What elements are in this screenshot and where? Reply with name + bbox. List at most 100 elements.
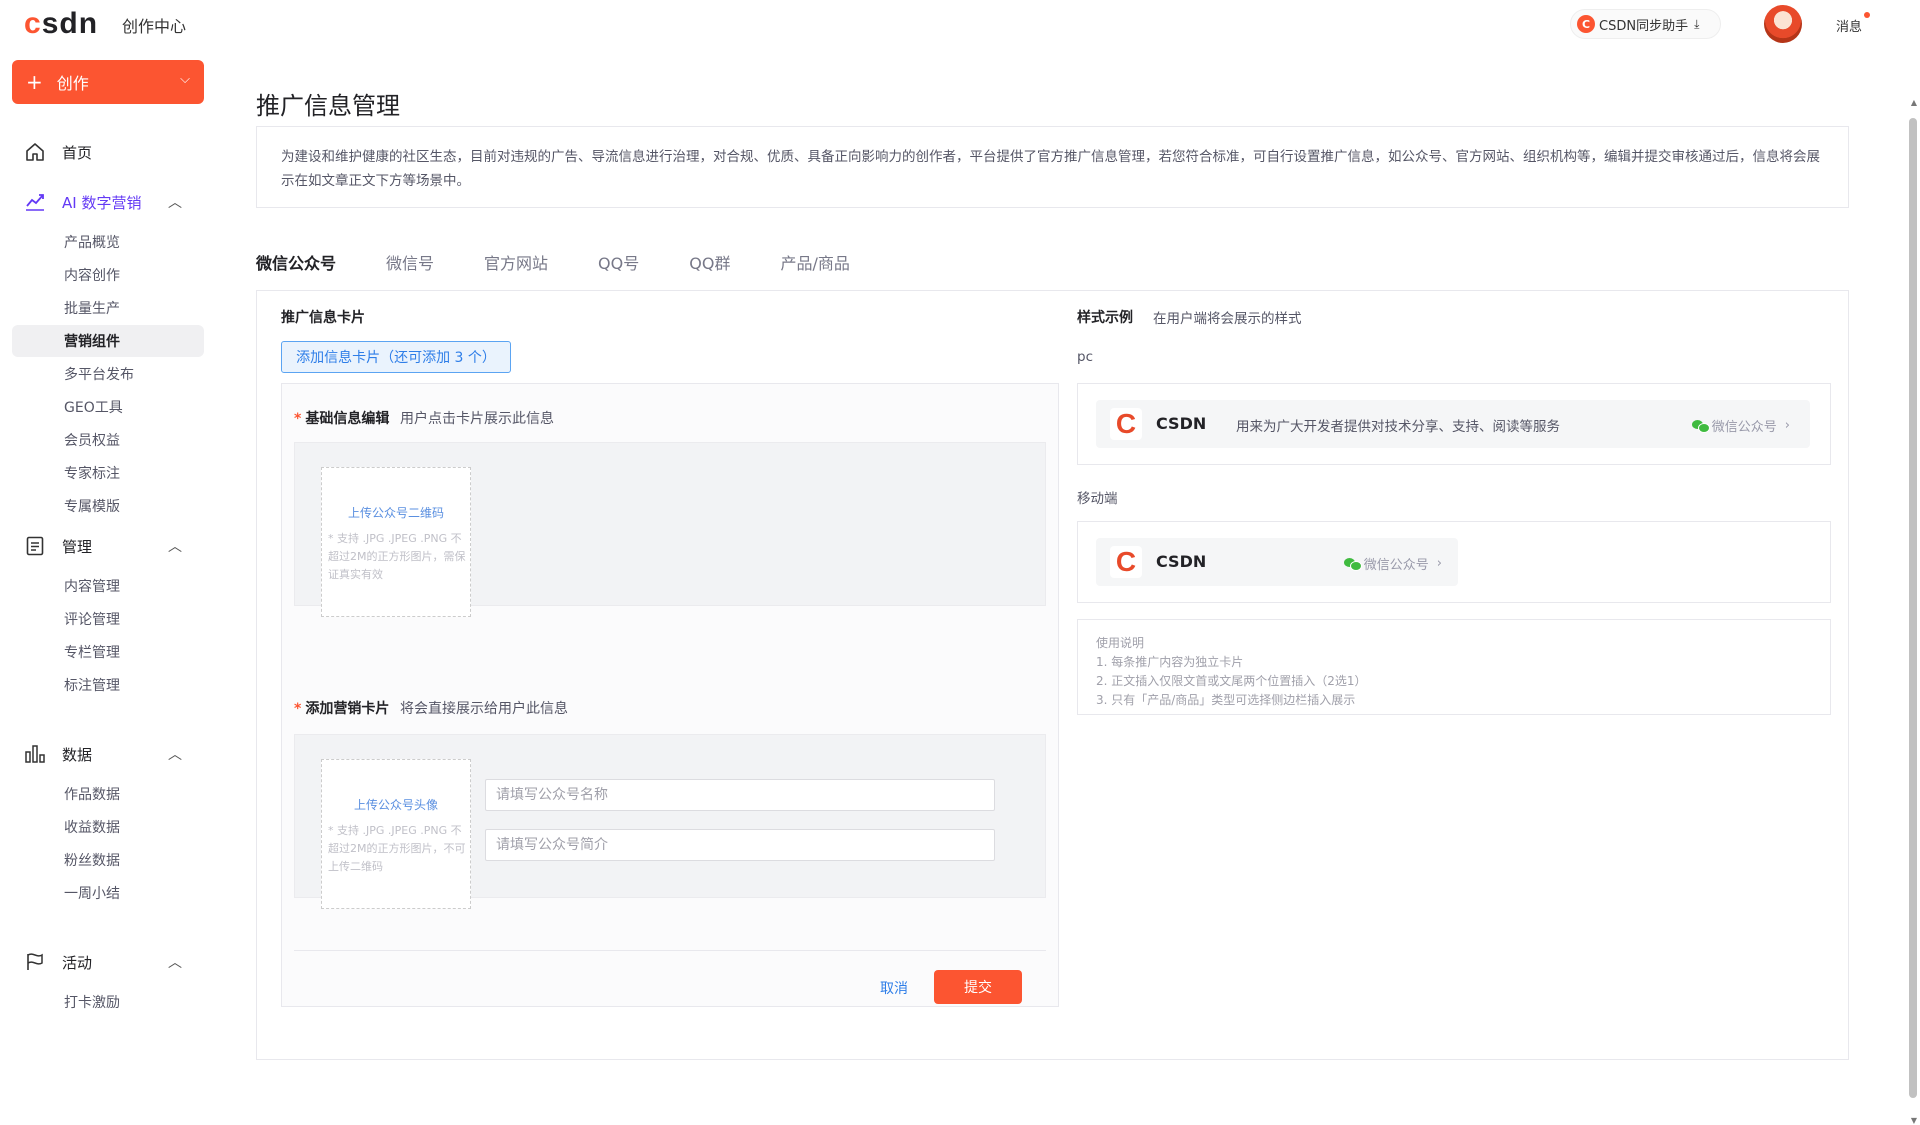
- scroll-up-arrow-icon[interactable]: ▲: [1911, 98, 1917, 107]
- promo-type-tabs: 微信公众号 微信号 官方网站 QQ号 QQ群 产品/商品: [256, 252, 900, 284]
- account-intro-input[interactable]: [485, 829, 995, 861]
- basic-info-title: * 基础信息编辑: [294, 411, 390, 427]
- promo-panel: 推广信息卡片 添加信息卡片（还可添加 3 个） * 基础信息编辑 用户点击卡片展示…: [256, 290, 1849, 1060]
- usage-item: 2. 正文插入仅限文首或文尾两个位置插入（2选1）: [1096, 674, 1367, 688]
- sidebar-item-label: 数据: [62, 745, 93, 764]
- trend-chart-icon: [24, 191, 46, 213]
- sidebar-item-ai-marketing[interactable]: AI 数字营销 ︿: [12, 186, 204, 218]
- sidebar-item-comment-manage[interactable]: 评论管理: [12, 603, 204, 635]
- basic-info-hint: 用户点击卡片展示此信息: [400, 411, 554, 427]
- chevron-up-icon: ︿: [168, 539, 182, 555]
- chevron-up-icon: ︿: [168, 955, 182, 971]
- sidebar-item-label: AI 数字营销: [62, 193, 142, 212]
- sidebar-item-exclusive-templates[interactable]: 专属模版: [12, 490, 204, 522]
- preview-name: CSDN: [1156, 552, 1207, 571]
- sidebar-item-data[interactable]: 数据 ︿: [12, 738, 204, 770]
- tab-wechat-id[interactable]: 微信号: [386, 252, 434, 284]
- brand-subtitle[interactable]: 创作中心: [122, 13, 186, 37]
- usage-item: 1. 每条推广内容为独立卡片: [1096, 655, 1244, 669]
- marketing-card-area: 上传公众号头像 * 支持 .JPG .JPEG .PNG 不超过2M的正方形图片…: [294, 734, 1046, 909]
- sidebar-item-column-manage[interactable]: 专栏管理: [12, 636, 204, 668]
- download-icon: ⤓: [1694, 16, 1700, 31]
- usage-item: 3. 只有「产品/商品」类型可选择侧边栏插入展示: [1096, 693, 1356, 707]
- tab-product[interactable]: 产品/商品: [780, 252, 849, 284]
- sidebar-item-weekly-summary[interactable]: 一周小结: [12, 877, 204, 909]
- sidebar-item-content-manage[interactable]: 内容管理: [12, 570, 204, 602]
- sidebar-item-marketing-components[interactable]: 营销组件: [12, 325, 204, 357]
- style-example-hint: 在用户端将会展示的样式: [1153, 311, 1302, 327]
- wechat-official-tag: 微信公众号 ›: [1691, 416, 1790, 435]
- sidebar-item-work-data[interactable]: 作品数据: [12, 778, 204, 810]
- tag-label: 微信公众号: [1711, 420, 1777, 435]
- marketing-card-title: * 添加营销卡片: [294, 701, 390, 717]
- sidebar-item-label: 管理: [62, 537, 93, 556]
- flag-icon: [24, 951, 46, 973]
- csdn-c-logo-icon: C: [1110, 546, 1142, 578]
- chevron-right-icon: ›: [1784, 418, 1790, 433]
- tab-qq-number[interactable]: QQ号: [598, 252, 639, 284]
- mobile-preview-card: C CSDN 微信公众号 ›: [1096, 538, 1458, 586]
- account-name-input[interactable]: [485, 779, 995, 811]
- sidebar-item-label: 活动: [62, 953, 93, 972]
- card-editor: * 基础信息编辑 用户点击卡片展示此信息 上传公众号二维码 * 支持 .JPG .…: [281, 383, 1059, 1007]
- scroll-down-arrow-icon[interactable]: ▼: [1911, 1116, 1917, 1125]
- submit-button[interactable]: 提交: [934, 970, 1022, 1004]
- sidebar-item-checkin-incentive[interactable]: 打卡激励: [12, 986, 204, 1018]
- tab-qq-group[interactable]: QQ群: [689, 252, 730, 284]
- wechat-icon: [1343, 557, 1362, 571]
- pc-preview: C CSDN 用来为广大开发者提供对技术分享、支持、阅读等服务 微信公众号 ›: [1077, 383, 1831, 465]
- create-button[interactable]: + 创作 ⌵: [12, 60, 204, 104]
- scrollbar-thumb[interactable]: [1909, 118, 1917, 1098]
- mobile-preview: C CSDN 微信公众号 ›: [1077, 521, 1831, 603]
- sync-assistant-button[interactable]: C CSDN同步助手 ⤓: [1570, 9, 1721, 39]
- plus-icon: +: [26, 70, 43, 94]
- tag-label: 微信公众号: [1363, 558, 1429, 573]
- wechat-official-tag: 微信公众号 ›: [1343, 554, 1442, 573]
- qrcode-upload[interactable]: 上传公众号二维码 * 支持 .JPG .JPEG .PNG 不超过2M的正方形图…: [321, 467, 471, 617]
- avatar[interactable]: [1764, 5, 1802, 43]
- tab-official-website[interactable]: 官方网站: [484, 252, 548, 284]
- sidebar-item-member-rights[interactable]: 会员权益: [12, 424, 204, 456]
- sidebar-item-expert-annotation[interactable]: 专家标注: [12, 457, 204, 489]
- sidebar: + 创作 ⌵ 首页 AI 数字营销 ︿ 产品概览 内容创作 批量生产 营销组件 …: [0, 48, 216, 1080]
- sidebar-item-batch-production[interactable]: 批量生产: [12, 292, 204, 324]
- preview-desc: 用来为广大开发者提供对技术分享、支持、阅读等服务: [1236, 419, 1560, 435]
- document-icon: [24, 535, 46, 557]
- sidebar-item-annotation-manage[interactable]: 标注管理: [12, 669, 204, 701]
- style-example-title: 样式示例: [1077, 310, 1133, 326]
- csdn-logo[interactable]: csdn: [24, 9, 98, 39]
- page-scrollbar[interactable]: ▲ ▼: [1906, 48, 1920, 1125]
- page-title: 推广信息管理: [256, 92, 400, 120]
- tab-wechat-official[interactable]: 微信公众号: [256, 252, 336, 284]
- add-info-card-button[interactable]: 添加信息卡片（还可添加 3 个）: [281, 341, 511, 373]
- wechat-icon: [1691, 419, 1710, 433]
- policy-notice: 为建设和维护健康的社区生态，目前对违规的广告、导流信息进行治理，对合规、优质、具…: [256, 126, 1849, 208]
- create-label: 创作: [56, 74, 89, 93]
- mobile-label: 移动端: [1077, 491, 1118, 507]
- sidebar-item-geo-tools[interactable]: GEO工具: [12, 391, 204, 423]
- chevron-up-icon: ︿: [168, 747, 182, 763]
- sidebar-item-product-overview[interactable]: 产品概览: [12, 226, 204, 258]
- avatar-upload-title: 上传公众号头像: [353, 798, 438, 812]
- chevron-up-icon: ︿: [168, 195, 182, 211]
- sidebar-item-content-creation[interactable]: 内容创作: [12, 259, 204, 291]
- sidebar-item-fans-data[interactable]: 粉丝数据: [12, 844, 204, 876]
- qrcode-upload-title: 上传公众号二维码: [347, 506, 444, 520]
- sidebar-item-multi-platform[interactable]: 多平台发布: [12, 358, 204, 390]
- preview-name: CSDN: [1156, 414, 1207, 433]
- sidebar-item-income-data[interactable]: 收益数据: [12, 811, 204, 843]
- unread-dot: [1864, 12, 1870, 18]
- sidebar-item-manage[interactable]: 管理 ︿: [12, 530, 204, 562]
- cancel-button[interactable]: 取消: [874, 972, 914, 1004]
- qrcode-upload-desc: * 支持 .JPG .JPEG .PNG 不超过2M的正方形图片，需保证真实有效: [328, 532, 466, 581]
- sidebar-item-activity[interactable]: 活动 ︿: [12, 946, 204, 978]
- chevron-down-icon: ⌵: [180, 72, 190, 87]
- messages-link[interactable]: 消息: [1836, 16, 1862, 35]
- marketing-card-hint: 将会直接展示给用户此信息: [400, 701, 568, 717]
- home-icon: [24, 141, 46, 163]
- sidebar-item-home[interactable]: 首页: [12, 136, 204, 168]
- avatar-upload[interactable]: 上传公众号头像 * 支持 .JPG .JPEG .PNG 不超过2M的正方形图片…: [321, 759, 471, 909]
- csdn-c-logo-icon: C: [1110, 408, 1142, 440]
- promo-card-title: 推广信息卡片: [281, 310, 365, 326]
- avatar-upload-desc: * 支持 .JPG .JPEG .PNG 不超过2M的正方形图片，不可上传二维码: [328, 824, 466, 873]
